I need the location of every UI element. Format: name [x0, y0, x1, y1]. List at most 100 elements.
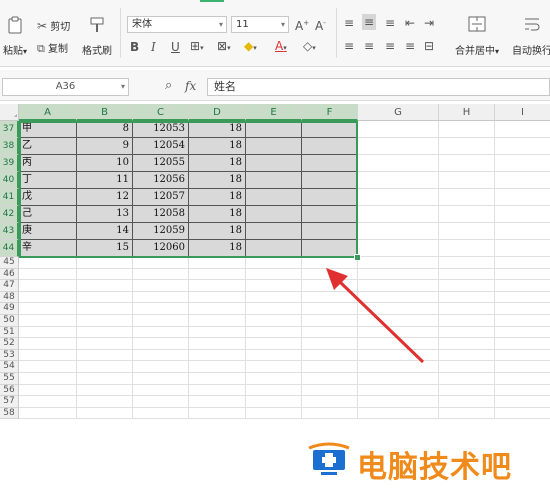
zoom-search-icon[interactable]: ⌕ — [165, 78, 172, 93]
table-cell[interactable] — [302, 280, 358, 292]
table-cell[interactable] — [358, 257, 439, 269]
table-cell[interactable]: 18 — [189, 189, 246, 206]
table-cell[interactable] — [358, 189, 439, 206]
table-cell[interactable] — [302, 121, 358, 138]
table-cell[interactable]: 18 — [189, 223, 246, 240]
row-header[interactable]: 51 — [0, 326, 19, 339]
table-cell[interactable] — [358, 361, 439, 373]
table-cell[interactable] — [189, 257, 246, 269]
table-cell[interactable] — [246, 349, 302, 362]
table-cell[interactable] — [246, 326, 302, 339]
table-cell[interactable] — [189, 338, 246, 350]
table-cell[interactable] — [439, 223, 495, 240]
row-header[interactable]: 48 — [0, 291, 19, 304]
table-cell[interactable] — [495, 303, 550, 315]
column-header[interactable]: G — [358, 104, 439, 121]
table-cell[interactable] — [189, 349, 246, 362]
table-cell[interactable] — [439, 172, 495, 189]
table-cell[interactable] — [495, 361, 550, 373]
font-name-select[interactable]: 宋体 ▾ — [127, 16, 227, 33]
table-cell[interactable] — [358, 223, 439, 240]
justify-icon[interactable]: ≡ — [405, 39, 415, 53]
table-cell[interactable] — [495, 206, 550, 223]
table-cell[interactable] — [302, 189, 358, 206]
table-cell[interactable] — [189, 291, 246, 304]
row-header[interactable]: 56 — [0, 384, 19, 397]
table-cell[interactable] — [77, 361, 133, 373]
table-cell[interactable] — [133, 338, 189, 350]
table-cell[interactable] — [133, 361, 189, 373]
wrap-text-button[interactable]: 自动换行 — [508, 16, 550, 57]
table-cell[interactable]: 辛 — [19, 240, 77, 257]
table-cell[interactable] — [439, 121, 495, 138]
table-cell[interactable]: 15 — [77, 240, 133, 257]
table-cell[interactable] — [246, 303, 302, 315]
table-cell[interactable] — [133, 326, 189, 339]
table-cell[interactable] — [77, 268, 133, 281]
column-header[interactable]: I — [495, 104, 550, 121]
fill-handle[interactable] — [354, 254, 361, 261]
row-header[interactable]: 40 — [0, 172, 19, 189]
table-cell[interactable] — [246, 407, 302, 420]
table-cell[interactable] — [302, 407, 358, 420]
table-cell[interactable] — [246, 189, 302, 206]
column-header[interactable]: F — [302, 104, 358, 121]
table-cell[interactable] — [495, 385, 550, 397]
table-cell[interactable] — [439, 257, 495, 269]
table-cell[interactable] — [19, 338, 77, 350]
table-cell[interactable] — [19, 384, 77, 397]
table-cell[interactable] — [358, 384, 439, 397]
row-header[interactable]: 49 — [0, 303, 19, 315]
table-cell[interactable] — [189, 315, 246, 327]
row-header[interactable]: 52 — [0, 338, 19, 350]
table-cell[interactable]: 18 — [189, 240, 246, 257]
row-header[interactable]: 50 — [0, 315, 19, 327]
table-cell[interactable]: 18 — [189, 172, 246, 189]
table-cell[interactable] — [19, 349, 77, 362]
decrease-indent-icon[interactable]: ⇤ — [405, 16, 415, 30]
format-painter-button[interactable]: 格式刷 — [80, 16, 114, 57]
table-cell[interactable] — [189, 361, 246, 373]
table-cell[interactable]: 12056 — [133, 172, 189, 189]
table-cell[interactable] — [246, 206, 302, 223]
table-cell[interactable] — [439, 326, 495, 339]
table-cell[interactable] — [77, 384, 133, 397]
table-cell[interactable] — [302, 138, 358, 155]
bold-button[interactable]: B — [130, 40, 139, 54]
table-cell[interactable]: 14 — [77, 223, 133, 240]
align-middle-icon[interactable]: ≡ — [362, 14, 377, 30]
table-cell[interactable] — [302, 338, 358, 350]
formula-input[interactable]: 姓名 — [207, 78, 550, 96]
fill-color-icon[interactable]: ◆▾ — [244, 39, 257, 55]
align-bottom-icon[interactable]: ≡ — [385, 16, 395, 30]
table-cell[interactable] — [133, 349, 189, 362]
table-cell[interactable] — [439, 384, 495, 397]
table-cell[interactable] — [358, 240, 439, 257]
table-cell[interactable] — [77, 291, 133, 304]
table-cell[interactable] — [495, 240, 550, 257]
row-header[interactable]: 37 — [0, 121, 19, 138]
table-cell[interactable] — [358, 338, 439, 350]
table-cell[interactable] — [358, 396, 439, 408]
table-cell[interactable] — [189, 268, 246, 281]
table-cell[interactable]: 丁 — [19, 172, 77, 189]
column-header[interactable]: H — [439, 104, 495, 121]
table-cell[interactable] — [246, 315, 302, 327]
table-cell[interactable] — [495, 189, 550, 206]
table-cell[interactable] — [133, 257, 189, 269]
table-cell[interactable] — [358, 138, 439, 155]
table-cell[interactable] — [19, 326, 77, 339]
name-box[interactable]: A36 ▾ — [2, 78, 129, 96]
row-header[interactable]: 53 — [0, 349, 19, 362]
select-all-corner[interactable] — [0, 104, 19, 121]
table-cell[interactable] — [19, 361, 77, 373]
distributed-icon[interactable]: ⊟ — [424, 39, 434, 53]
table-cell[interactable] — [77, 396, 133, 408]
table-cell[interactable] — [246, 121, 302, 138]
table-cell[interactable] — [439, 407, 495, 420]
table-cell[interactable]: 12059 — [133, 223, 189, 240]
increase-font-size-icon[interactable]: A+ — [295, 16, 309, 33]
table-cell[interactable] — [302, 257, 358, 269]
table-cell[interactable] — [189, 280, 246, 292]
table-cell[interactable] — [77, 326, 133, 339]
